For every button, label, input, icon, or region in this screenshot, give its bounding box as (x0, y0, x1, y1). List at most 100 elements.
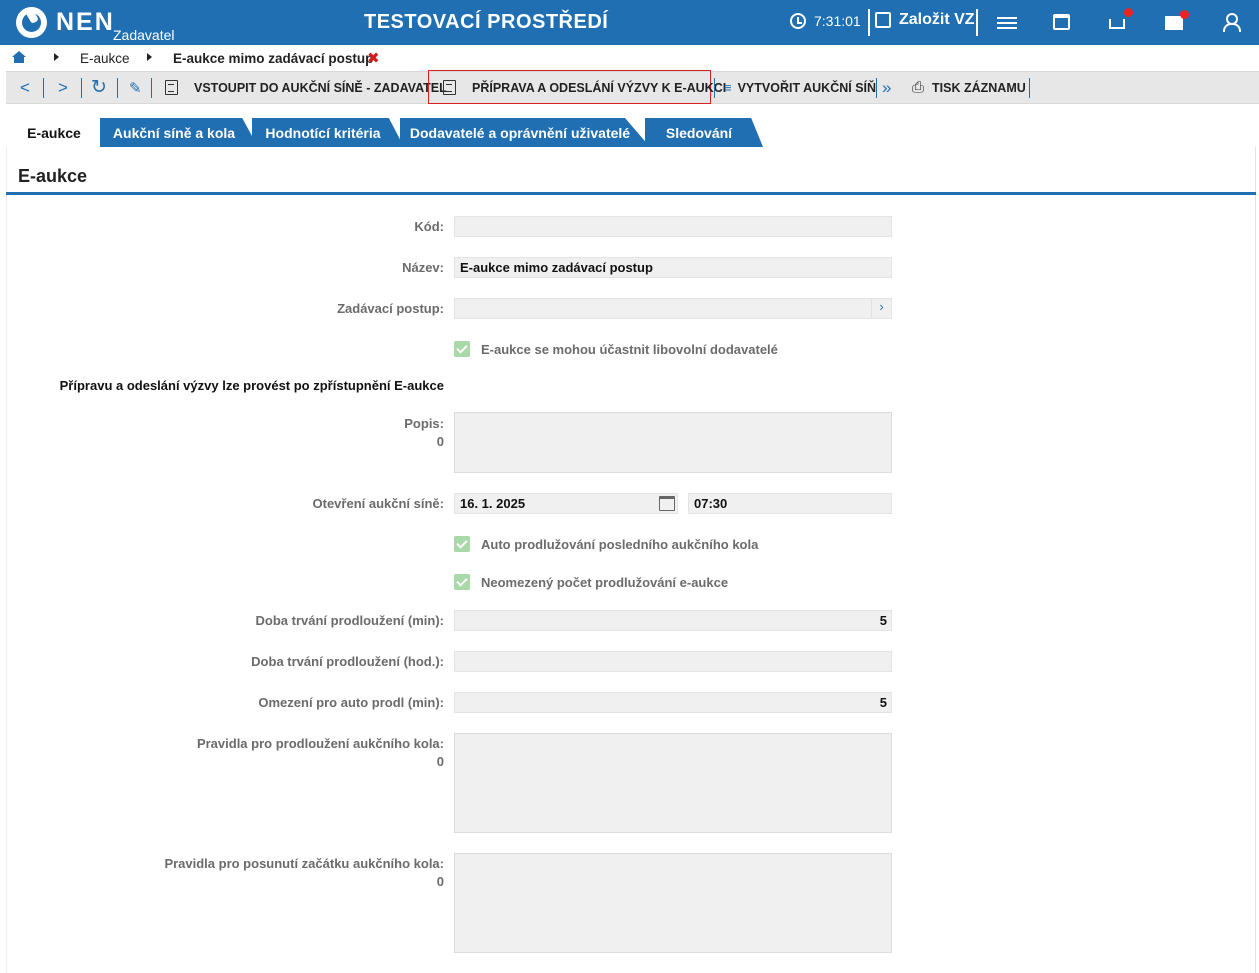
extension-rules-textarea[interactable] (454, 733, 892, 833)
document-icon (165, 80, 178, 95)
chevron-right-icon: > (58, 77, 68, 97)
start-shift-rules-textarea[interactable] (454, 853, 892, 953)
create-auction-hall-label: VYTVOŘIT AUKČNÍ SÍŇ (737, 80, 877, 95)
back-button[interactable]: < (20, 72, 30, 103)
home-icon[interactable] (12, 51, 26, 63)
top-header: NEN Zadavatel TESTOVACÍ PROSTŘEDÍ 7:31:0… (0, 0, 1259, 45)
open-date-value: 16. 1. 2025 (460, 496, 526, 511)
create-auction-hall-button[interactable]: ≡ VYTVOŘIT AUKČNÍ SÍŇ (724, 72, 876, 103)
open-time-field[interactable]: 07:30 (688, 493, 892, 514)
description-char-count: 0 (436, 434, 444, 449)
print-record-label: TISK ZÁZNAMU (932, 80, 1026, 95)
breadcrumb-arrow-icon (147, 53, 152, 61)
logo-text[interactable]: NEN (56, 8, 115, 37)
clock-icon (790, 13, 806, 29)
tab-evaluation-criteria[interactable]: Hodnotící kritéria (252, 118, 404, 147)
toolbar-divider (151, 78, 152, 98)
extension-rules-char-count: 0 (436, 754, 444, 769)
info-note: Přípravu a odeslání výzvy lze provést po… (59, 378, 444, 393)
breadcrumb-arrow-icon (54, 53, 59, 61)
document-icon (443, 80, 456, 95)
name-label: Název: (402, 260, 444, 275)
printer-icon: ⎙ (912, 79, 925, 96)
checkbox-checked-icon[interactable] (454, 341, 470, 357)
auto-extend-label: Auto prodlužování posledního aukčního ko… (481, 536, 759, 552)
extension-hours-label: Doba trvání prodloužení (hod.): (251, 654, 444, 669)
list-arrow-icon: ≡ (724, 80, 732, 95)
edit-button[interactable]: ✎ (129, 72, 142, 103)
auto-extend-limit-label: Omezení pro auto prodl (min): (258, 695, 444, 710)
inbox-icon[interactable] (1109, 8, 1133, 31)
toolbar: < > ↻ ✎ VSTOUPIT DO AUKČNÍ SÍNĚ - ZADAVA… (6, 70, 1259, 104)
unlimited-extend-checkbox[interactable]: Neomezený počet prodlužování e-aukce (454, 574, 728, 590)
tab-monitoring[interactable]: Sledování (645, 118, 763, 147)
start-shift-rules-char-count: 0 (436, 874, 444, 889)
header-divider (868, 9, 870, 36)
extension-rules-label-text: Pravidla pro prodloužení aukčního kola: (196, 736, 444, 751)
pencil-icon: ✎ (129, 79, 142, 97)
toolbar-divider (1029, 78, 1030, 98)
calendar-icon[interactable] (659, 496, 675, 511)
extension-min-label: Doba trvání prodloužení (min): (255, 613, 445, 628)
extension-rules-label: Pravidla pro prodloužení aukčního kola: … (197, 736, 444, 769)
description-textarea[interactable] (454, 412, 892, 473)
extension-hours-field[interactable] (454, 651, 892, 672)
nen-logo-icon[interactable] (16, 7, 47, 38)
description-label-text: Popis: (404, 416, 444, 431)
start-shift-rules-label: Pravidla pro posunutí začátku aukčního k… (164, 856, 444, 889)
create-contract-button[interactable]: Založit VZ (875, 11, 975, 29)
print-record-button[interactable]: ⎙ TISK ZÁZNAMU (912, 72, 1026, 103)
notification-dot (1180, 10, 1189, 19)
enter-auction-hall-label: VSTOUPIT DO AUKČNÍ SÍNĚ - ZADAVATEL (194, 80, 447, 95)
chevron-right-icon[interactable]: › (871, 299, 891, 318)
tab-suppliers-users[interactable]: Dodavatelé a oprávnění uživatelé (400, 118, 650, 147)
prepare-send-invitation-label: PŘÍPRAVA A ODESLÁNÍ VÝZVY K E-AUKCI (472, 80, 727, 95)
breadcrumb-current: E-aukce mimo zadávací postup (173, 51, 374, 66)
user-icon[interactable] (1222, 13, 1242, 33)
toolbar-divider (876, 78, 877, 98)
open-hall-label: Otevření aukční síně: (312, 496, 445, 511)
enter-auction-hall-button[interactable]: VSTOUPIT DO AUKČNÍ SÍNĚ - ZADAVATEL (165, 72, 447, 103)
open-date-field[interactable]: 16. 1. 2025 (454, 493, 678, 514)
more-actions-button[interactable]: » (882, 72, 891, 103)
mail-icon[interactable] (1165, 10, 1189, 33)
name-field[interactable]: E-aukce mimo zadávací postup (454, 257, 892, 278)
toolbar-divider (43, 78, 44, 98)
breadcrumb: E-aukce E-aukce mimo zadávací postup ✖ (0, 45, 1259, 71)
code-label: Kód: (414, 219, 444, 234)
header-divider (976, 9, 978, 36)
section-title: E-aukce (18, 166, 88, 186)
double-chevron-right-icon: » (882, 77, 892, 97)
refresh-button[interactable]: ↻ (91, 72, 107, 103)
checkbox-checked-icon[interactable] (454, 574, 470, 590)
procedure-field[interactable]: › (454, 298, 892, 319)
session-time: 7:31:01 (814, 13, 861, 29)
notification-dot (1124, 8, 1133, 17)
chevron-left-icon: < (20, 77, 30, 97)
forward-button[interactable]: > (58, 72, 68, 103)
section-divider (6, 192, 1256, 195)
unlimited-extend-label: Neomezený počet prodlužování e-aukce (481, 574, 729, 590)
environment-title: TESTOVACÍ PROSTŘEDÍ (364, 11, 609, 33)
code-field[interactable] (454, 216, 892, 237)
tab-e-aukce[interactable]: E-aukce (6, 118, 102, 147)
checkbox-checked-icon[interactable] (454, 536, 470, 552)
create-contract-label: Založit VZ (899, 11, 975, 28)
auto-extend-limit-field[interactable]: 5 (454, 692, 892, 713)
calendar-icon[interactable] (1053, 14, 1073, 34)
prepare-send-invitation-button[interactable]: PŘÍPRAVA A ODESLÁNÍ VÝZVY K E-AUKCI (443, 72, 726, 103)
extension-min-field[interactable]: 5 (454, 610, 892, 631)
toolbar-divider (81, 78, 82, 98)
any-supplier-checkbox[interactable]: E-aukce se mohou účastnit libovolní doda… (454, 341, 778, 357)
menu-icon[interactable] (997, 14, 1017, 34)
close-icon[interactable]: ✖ (367, 49, 380, 67)
breadcrumb-item[interactable]: E-aukce (80, 51, 130, 66)
toolbar-divider (714, 78, 715, 98)
auto-extend-checkbox[interactable]: Auto prodlužování posledního aukčního ko… (454, 536, 758, 552)
session-timer: 7:31:01 (790, 13, 861, 29)
start-shift-rules-label-text: Pravidla pro posunutí začátku aukčního k… (164, 856, 444, 871)
toolbar-divider (117, 78, 118, 98)
tab-auction-halls[interactable]: Aukční síně a kola (100, 118, 258, 147)
refresh-icon: ↻ (91, 77, 107, 98)
role-label: Zadavatel (113, 27, 175, 43)
